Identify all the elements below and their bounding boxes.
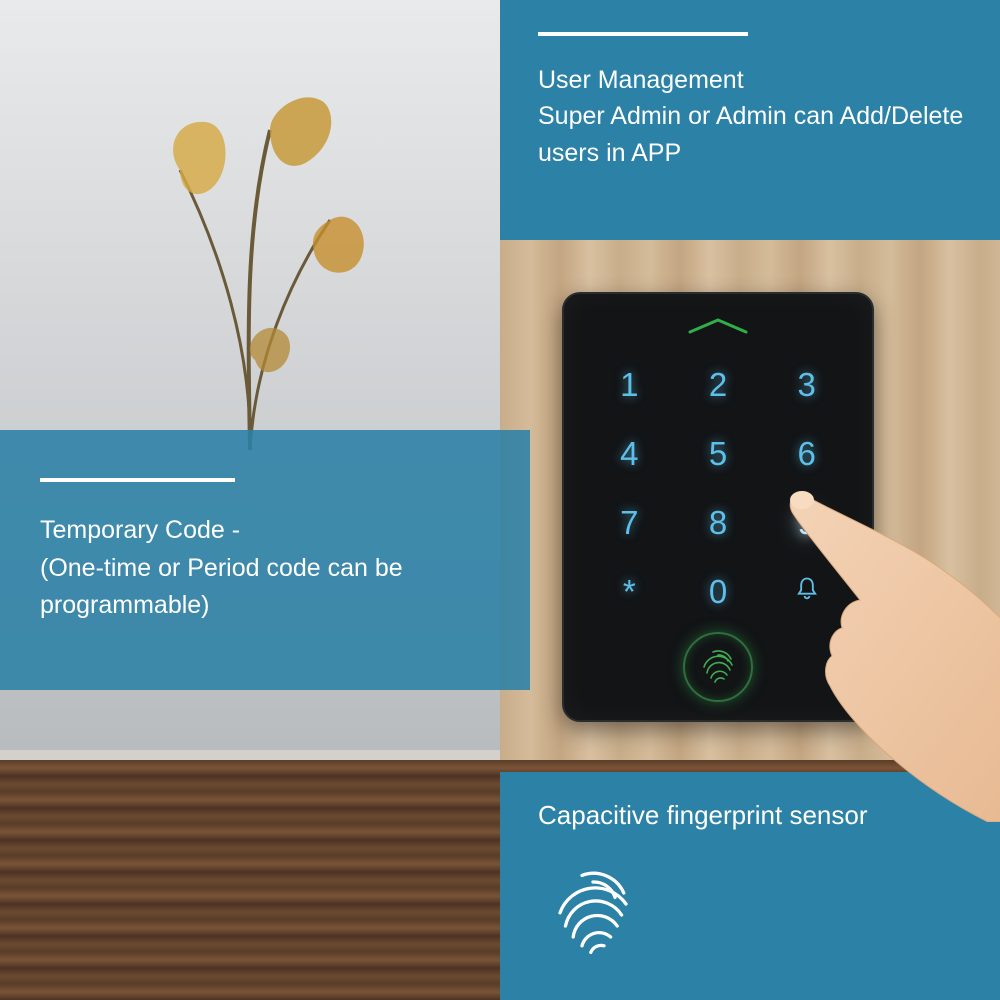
callout-user-management: User Management Super Admin or Admin can…	[500, 0, 1000, 240]
callout-text: Temporary Code - (One-time or Period cod…	[40, 512, 490, 625]
callout-text: User Management Super Admin or Admin can…	[538, 62, 972, 171]
key-9[interactable]: 9	[765, 492, 848, 555]
key-8[interactable]: 8	[677, 492, 760, 555]
access-keypad-device: 1 2 3 4 5 6 7 8 9 * 0	[562, 292, 874, 722]
fingerprint-sensor-button[interactable]	[683, 632, 753, 702]
callout-temporary-code: Temporary Code - (One-time or Period cod…	[0, 430, 530, 690]
fingerprint-icon	[696, 643, 740, 692]
dried-plant-decor	[120, 30, 380, 450]
key-star[interactable]: *	[588, 561, 671, 624]
keypad-grid: 1 2 3 4 5 6 7 8 9 * 0	[588, 353, 848, 624]
divider-line	[40, 478, 235, 482]
key-2[interactable]: 2	[677, 353, 760, 416]
key-6[interactable]: 6	[765, 422, 848, 485]
callout-fingerprint-sensor: Capacitive fingerprint sensor	[500, 772, 1000, 1000]
key-5[interactable]: 5	[677, 422, 760, 485]
key-bell[interactable]	[765, 561, 848, 624]
key-3[interactable]: 3	[765, 353, 848, 416]
divider-line	[538, 32, 748, 36]
fingerprint-icon	[538, 849, 648, 959]
key-4[interactable]: 4	[588, 422, 671, 485]
status-indicator-icon	[688, 318, 748, 339]
bell-icon	[793, 573, 821, 611]
callout-text: Capacitive fingerprint sensor	[538, 800, 962, 831]
key-7[interactable]: 7	[588, 492, 671, 555]
key-1[interactable]: 1	[588, 353, 671, 416]
key-0[interactable]: 0	[677, 561, 760, 624]
